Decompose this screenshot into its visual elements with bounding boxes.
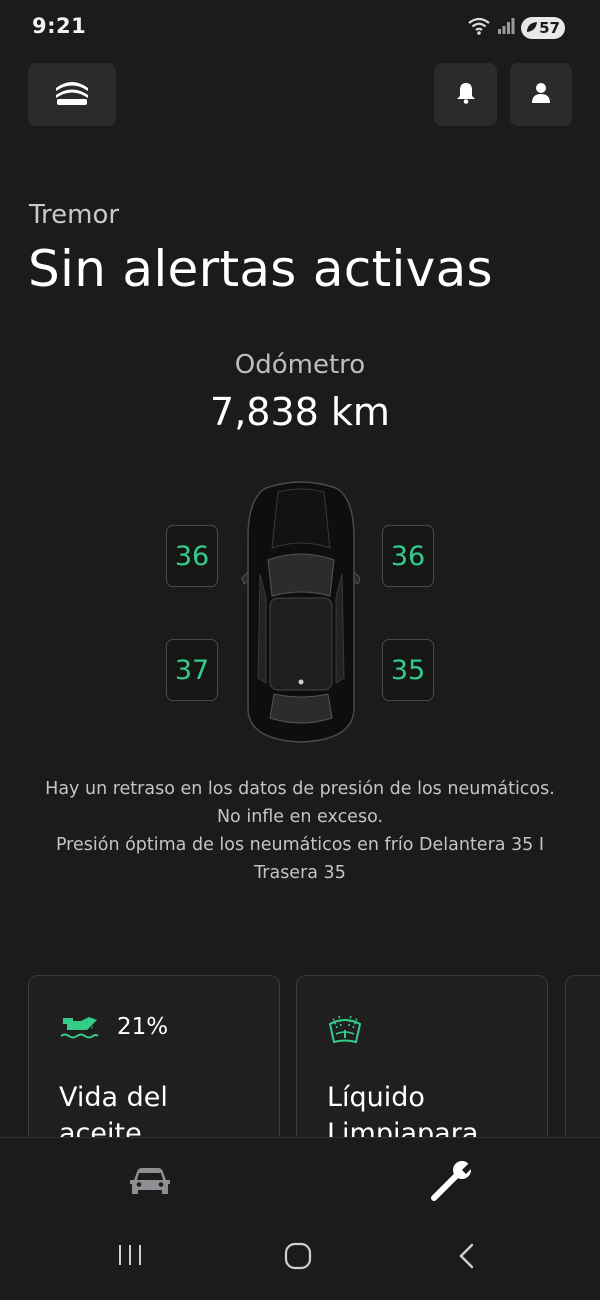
tire-info-text: Hay un retraso en los datos de presión d… [40,775,560,887]
nav-vehicle-tab[interactable] [128,1166,172,1202]
battery-indicator: 57 [521,17,565,39]
status-icons: 57 [467,16,565,40]
vehicle-top-view [238,478,364,744]
status-bar: 9:21 57 [0,0,600,56]
battery-leaf-icon [526,19,538,37]
back-button[interactable] [455,1242,479,1274]
car-icon [128,1168,172,1202]
home-icon [283,1242,313,1274]
back-icon [455,1243,479,1274]
home-button[interactable] [283,1242,313,1274]
user-icon [531,82,551,108]
oil-life-percent: 21% [117,1014,169,1040]
vehicle-name: Tremor [29,200,120,230]
tire-delay-notice: Hay un retraso en los datos de presión d… [45,779,555,827]
garage-menu-button[interactable] [28,63,116,126]
wifi-icon [467,16,491,40]
recent-apps-button[interactable] [116,1242,144,1272]
nav-maintenance-tab[interactable] [428,1160,476,1206]
garage-icon [54,78,90,112]
tire-pressure-front-left: 36 [166,525,218,587]
system-navigation-bar [0,1232,600,1292]
signal-icon [497,17,515,39]
bell-icon [456,82,476,108]
odometer-value: 7,838 km [210,390,390,434]
notifications-button[interactable] [434,63,497,126]
tire-pressure-rear-left: 37 [166,639,218,701]
profile-button[interactable] [510,63,572,126]
windshield-washer-icon [327,1012,363,1050]
odometer-label: Odómetro [234,350,366,380]
oil-can-icon [59,1012,99,1046]
recent-apps-icon [116,1245,144,1272]
alert-status-title: Sin alertas activas [28,240,493,298]
status-time: 9:21 [32,14,87,38]
battery-level: 57 [539,19,560,37]
tire-pressure-rear-right: 35 [382,639,434,701]
wrench-icon [428,1160,476,1206]
tire-optimal-pressure: Presión óptima de los neumáticos en frío… [55,835,545,883]
tire-pressure-front-right: 36 [382,525,434,587]
